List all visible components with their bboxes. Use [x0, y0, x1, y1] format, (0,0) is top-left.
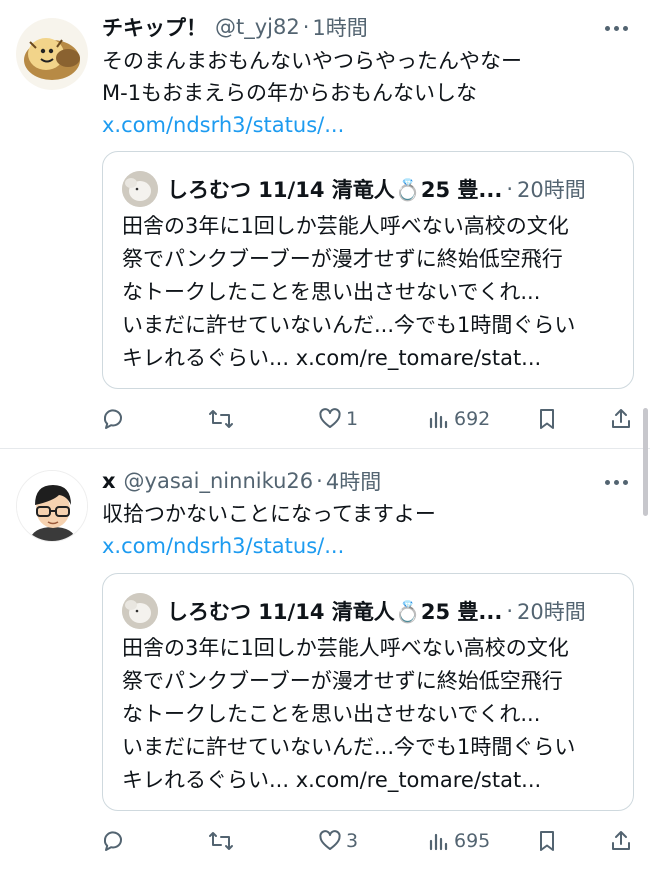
separator-dot: ·	[506, 177, 514, 201]
share-icon	[612, 409, 630, 428]
views-icon	[429, 833, 448, 851]
views-count: 695	[454, 830, 491, 852]
tweet-text-line: M-1もおまえらの年からおもんないしな	[102, 81, 478, 105]
quoted-avatar-icon	[122, 171, 158, 207]
reply-icon	[103, 831, 122, 851]
reply-icon	[103, 409, 122, 429]
quoted-display-name: しろむつ 11/14 清竜人💍25 豊...	[167, 600, 503, 624]
separator-dot: ·	[316, 469, 323, 493]
bookmark-button[interactable]	[536, 824, 558, 858]
retweet-icon	[209, 832, 233, 850]
quoted-avatar-icon	[122, 593, 158, 629]
like-icon	[319, 408, 341, 428]
tweet-text: そのまんまおもんないやつらやったんやなー M-1もおまえらの年からおもんないしな…	[102, 45, 632, 141]
like-button[interactable]: 3	[318, 824, 358, 858]
quoted-text-line: なトークしたことを思い出させないでくれ...	[122, 280, 541, 304]
quoted-text-line: 祭でパンクブーブーが漫才せずに終始低空飛行	[122, 669, 563, 693]
quoted-text-line-last: キレれるぐらい... x.com/re_tomare/stat...	[122, 764, 622, 797]
tweet-text-line: そのまんまおもんないやつらやったんやなー	[102, 49, 522, 73]
tweet-text: 収拾つかないことになってますよー x.com/ndsrh3/status/...	[102, 498, 632, 562]
tweet[interactable]: x @yasai_ninniku26 · 4時間 収拾つかないことになってますよ…	[0, 449, 650, 871]
quoted-text-line: いまだに許せていないんだ...今でも1時間ぐらい	[122, 735, 576, 759]
quoted-text-line-last: キレれるぐらい... x.com/re_tomare/stat...	[122, 342, 622, 375]
quoted-text: 田舎の3年に1回しか芸能人呼べない高校の文化 祭でパンクブーブーが漫才せずに終始…	[122, 210, 622, 375]
quoted-text-tail: キレれるぐらい...	[122, 346, 296, 370]
bookmark-button[interactable]	[536, 402, 558, 436]
tweet[interactable]: チキップ！ @t_yj82 · 1時間 そのまんまおもんないやつらやったんやなー…	[0, 0, 650, 448]
quoted-link[interactable]: x.com/re_tomare/stat...	[296, 346, 542, 370]
quoted-tweet[interactable]: しろむつ 11/14 清竜人💍25 豊... · 20時間 田舎の3年に1回しか…	[102, 573, 634, 811]
quoted-link[interactable]: x.com/re_tomare/stat...	[296, 768, 542, 792]
views-count: 692	[454, 408, 491, 430]
like-icon	[319, 830, 341, 850]
share-button[interactable]	[610, 402, 632, 436]
tweet-link[interactable]: x.com/ndsrh3/status/...	[102, 109, 632, 141]
separator-dot: ·	[506, 599, 514, 623]
like-button[interactable]: 1	[318, 402, 358, 436]
display-name[interactable]: チキップ！	[102, 12, 207, 42]
retweet-button[interactable]	[208, 402, 238, 436]
retweet-icon	[209, 410, 233, 428]
display-name[interactable]: x	[102, 469, 116, 493]
views-button[interactable]: 692	[428, 402, 490, 436]
tweet-header: x @yasai_ninniku26 · 4時間	[102, 464, 381, 498]
quoted-timestamp: 20時間	[517, 178, 586, 202]
reply-button[interactable]	[102, 824, 130, 858]
quoted-text-line: 田舎の3年に1回しか芸能人呼べない高校の文化	[122, 214, 569, 238]
views-icon	[429, 411, 448, 429]
like-count: 3	[346, 830, 359, 852]
quoted-display-name: しろむつ 11/14 清竜人💍25 豊...	[167, 178, 503, 202]
duck-avatar-icon	[24, 38, 80, 80]
quoted-text-line: なトークしたことを思い出させないでくれ...	[122, 702, 541, 726]
avatar[interactable]	[16, 18, 88, 90]
quoted-text: 田舎の3年に1回しか芸能人呼べない高校の文化 祭でパンクブーブーが漫才せずに終始…	[122, 632, 622, 797]
quoted-header: しろむつ 11/14 清竜人💍25 豊... · 20時間	[167, 170, 586, 208]
tweet-header: チキップ！ @t_yj82 · 1時間	[102, 10, 368, 44]
more-icon[interactable]	[605, 26, 628, 31]
action-bar: 3 695	[102, 824, 636, 858]
more-icon[interactable]	[605, 480, 628, 485]
quoted-timestamp: 20時間	[517, 600, 586, 624]
retweet-button[interactable]	[208, 824, 238, 858]
person-glasses-avatar-icon	[17, 471, 87, 541]
quoted-text-tail: キレれるぐらい...	[122, 768, 296, 792]
action-bar: 1 692	[102, 402, 636, 436]
bookmark-icon	[540, 831, 554, 851]
quoted-header: しろむつ 11/14 清竜人💍25 豊... · 20時間	[167, 592, 586, 630]
share-button[interactable]	[610, 824, 632, 858]
quoted-avatar	[122, 593, 158, 629]
bookmark-icon	[540, 409, 554, 429]
handle[interactable]: @t_yj82	[215, 15, 300, 39]
handle[interactable]: @yasai_ninniku26	[124, 469, 314, 493]
separator-dot: ·	[302, 15, 310, 39]
quoted-text-line: いまだに許せていないんだ...今でも1時間ぐらい	[122, 313, 576, 337]
share-icon	[612, 831, 630, 850]
quoted-tweet[interactable]: しろむつ 11/14 清竜人💍25 豊... · 20時間 田舎の3年に1回しか…	[102, 151, 634, 389]
like-count: 1	[346, 408, 359, 430]
timestamp[interactable]: 4時間	[326, 466, 381, 496]
avatar[interactable]	[16, 470, 88, 542]
tweet-link[interactable]: x.com/ndsrh3/status/...	[102, 530, 632, 562]
quoted-avatar	[122, 171, 158, 207]
scrollbar[interactable]	[643, 408, 648, 516]
quoted-text-line: 田舎の3年に1回しか芸能人呼べない高校の文化	[122, 636, 569, 660]
views-button[interactable]: 695	[428, 824, 490, 858]
timestamp[interactable]: 1時間	[312, 12, 367, 42]
quoted-text-line: 祭でパンクブーブーが漫才せずに終始低空飛行	[122, 247, 563, 271]
reply-button[interactable]	[102, 402, 130, 436]
tweet-text-line: 収拾つかないことになってますよー	[102, 502, 436, 526]
